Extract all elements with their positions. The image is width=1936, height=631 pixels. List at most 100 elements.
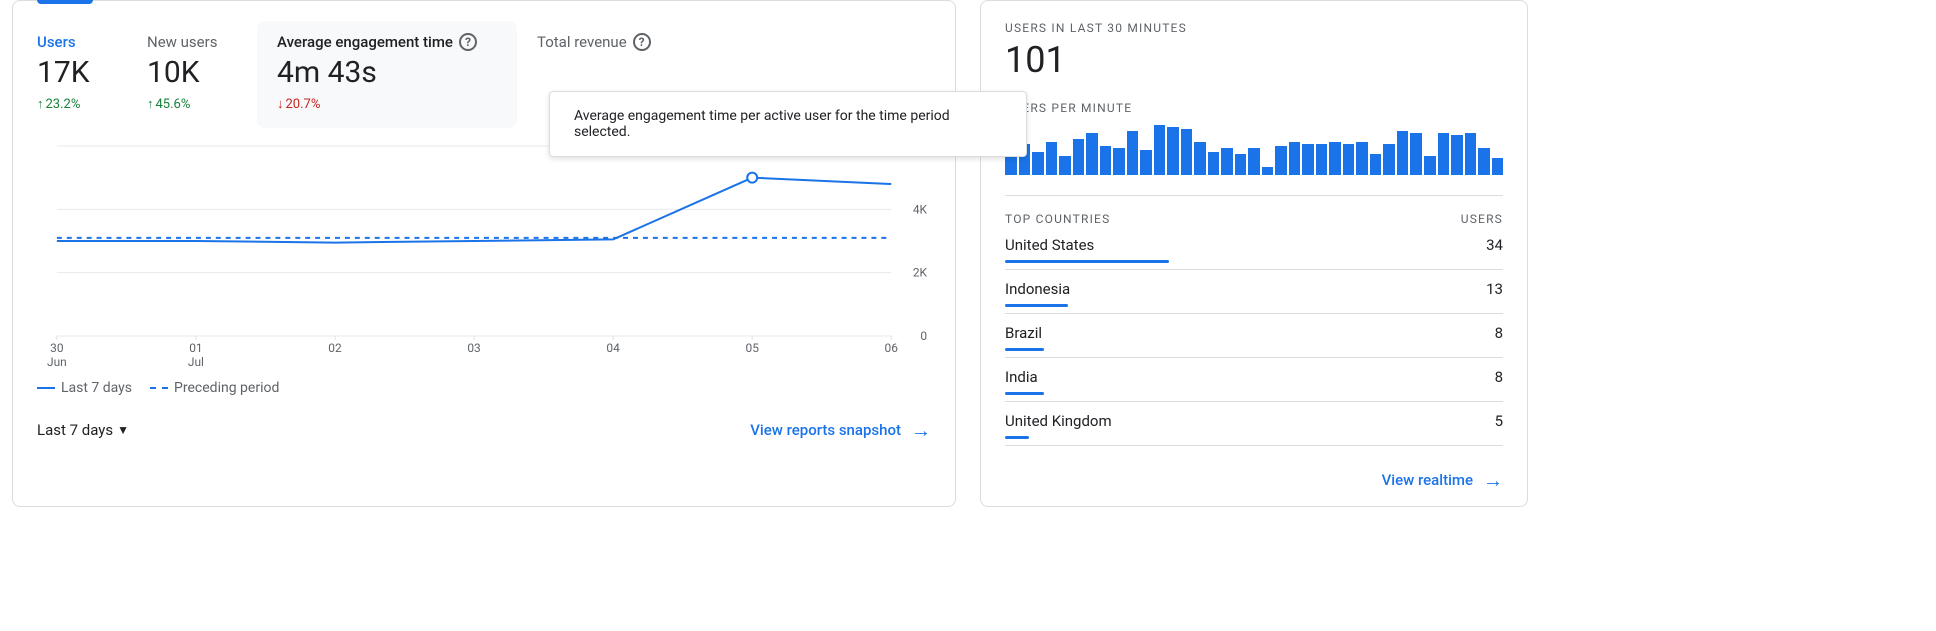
metric-new-users[interactable]: New users 10K 45.6% bbox=[147, 21, 257, 128]
spark-bar bbox=[1073, 139, 1085, 175]
country-bar bbox=[1005, 260, 1169, 263]
spark-bar bbox=[1343, 144, 1355, 175]
spark-bar bbox=[1302, 144, 1314, 175]
country-name: India bbox=[1005, 368, 1038, 386]
spark-bar bbox=[1316, 144, 1328, 175]
country-bar bbox=[1005, 392, 1044, 395]
spark-bar bbox=[1262, 167, 1274, 175]
realtime-card: USERS IN LAST 30 MINUTES 101 USERS PER M… bbox=[980, 0, 1528, 507]
metric-delta: 23.2% bbox=[37, 96, 127, 112]
country-users: 13 bbox=[1486, 280, 1503, 298]
country-users: 5 bbox=[1495, 412, 1503, 430]
country-name: United Kingdom bbox=[1005, 412, 1112, 430]
chart-legend: Last 7 days Preceding period bbox=[37, 380, 931, 396]
svg-text:04: 04 bbox=[606, 341, 620, 355]
metric-value: 4m 43s bbox=[277, 55, 493, 90]
metric-strip: Users 17K 23.2% New users 10K 45.6% Aver… bbox=[37, 21, 931, 128]
realtime-heading: USERS IN LAST 30 MINUTES bbox=[1005, 21, 1503, 35]
spark-bar bbox=[1289, 142, 1301, 175]
engagement-chart: 02K4K6K30Jun01Jul0203040506 bbox=[37, 136, 931, 376]
arrow-right-icon: → bbox=[1483, 470, 1503, 490]
users-column-heading: USERS bbox=[1461, 212, 1503, 226]
spark-bar bbox=[1113, 148, 1125, 175]
view-reports-link[interactable]: View reports snapshot → bbox=[750, 420, 931, 440]
country-bar bbox=[1005, 304, 1068, 307]
spark-bar bbox=[1438, 133, 1450, 175]
date-range-selector[interactable]: Last 7 days ▼ bbox=[37, 421, 129, 439]
country-row[interactable]: India 8 bbox=[1005, 358, 1503, 402]
metric-label: Total revenue ? bbox=[537, 33, 651, 51]
metric-label: New users bbox=[147, 33, 237, 51]
country-bar bbox=[1005, 348, 1044, 351]
metric-label: Users bbox=[37, 33, 127, 51]
active-tab-indicator bbox=[37, 0, 93, 4]
metric-delta: 45.6% bbox=[147, 96, 237, 112]
legend-previous: Preceding period bbox=[150, 380, 279, 396]
svg-text:30: 30 bbox=[50, 341, 64, 355]
spark-bar bbox=[1221, 148, 1233, 175]
spark-bar bbox=[1370, 154, 1382, 175]
svg-text:Jul: Jul bbox=[188, 355, 204, 369]
arrow-up-icon bbox=[147, 96, 154, 112]
spark-bar bbox=[1424, 156, 1436, 175]
caret-down-icon: ▼ bbox=[117, 423, 129, 437]
svg-text:05: 05 bbox=[746, 341, 760, 355]
svg-text:02: 02 bbox=[328, 341, 342, 355]
country-name: United States bbox=[1005, 236, 1094, 254]
spark-bar bbox=[1397, 131, 1409, 175]
metric-value: 10K bbox=[147, 55, 237, 90]
spark-bar bbox=[1478, 148, 1490, 175]
country-name: Brazil bbox=[1005, 324, 1042, 342]
view-realtime-link[interactable]: View realtime → bbox=[1382, 470, 1503, 490]
metric-engagement[interactable]: Average engagement time ? 4m 43s 20.7% bbox=[257, 21, 517, 128]
svg-text:06: 06 bbox=[885, 341, 899, 355]
spark-bar bbox=[1046, 142, 1058, 175]
svg-text:03: 03 bbox=[467, 341, 480, 355]
country-row[interactable]: Indonesia 13 bbox=[1005, 270, 1503, 314]
spark-bar bbox=[1208, 152, 1220, 175]
spark-bar bbox=[1194, 142, 1206, 175]
arrow-up-icon bbox=[37, 96, 44, 112]
country-row[interactable]: Brazil 8 bbox=[1005, 314, 1503, 358]
metric-delta: 20.7% bbox=[277, 96, 493, 112]
spark-bar bbox=[1356, 142, 1368, 175]
arrow-down-icon bbox=[277, 96, 284, 112]
country-users: 8 bbox=[1495, 368, 1503, 386]
country-users: 34 bbox=[1486, 236, 1503, 254]
spark-bar bbox=[1410, 133, 1422, 175]
spark-bar bbox=[1383, 144, 1395, 175]
country-name: Indonesia bbox=[1005, 280, 1070, 298]
spark-bar bbox=[1275, 146, 1287, 175]
spark-bar bbox=[1032, 152, 1044, 175]
metric-label: Average engagement time ? bbox=[277, 33, 493, 51]
per-minute-heading: USERS PER MINUTE bbox=[1005, 101, 1503, 115]
svg-text:01: 01 bbox=[189, 341, 202, 355]
spark-bar bbox=[1329, 142, 1341, 175]
country-row[interactable]: United States 34 bbox=[1005, 226, 1503, 270]
realtime-value: 101 bbox=[1005, 39, 1503, 81]
spark-bar bbox=[1465, 133, 1477, 175]
arrow-right-icon: → bbox=[911, 420, 931, 440]
svg-text:4K: 4K bbox=[913, 202, 928, 216]
spark-bar bbox=[1451, 135, 1463, 175]
help-icon[interactable]: ? bbox=[459, 33, 477, 51]
spark-bar bbox=[1181, 129, 1193, 175]
country-list: United States 34 Indonesia 13 Brazil 8 I… bbox=[1005, 226, 1503, 446]
spark-bar bbox=[1127, 131, 1139, 175]
svg-text:Jun: Jun bbox=[47, 355, 67, 369]
spark-bar bbox=[1140, 150, 1152, 175]
metric-value: 17K bbox=[37, 55, 127, 90]
spark-bar bbox=[1492, 158, 1504, 175]
country-users: 8 bbox=[1495, 324, 1503, 342]
help-icon[interactable]: ? bbox=[633, 33, 651, 51]
overview-card: Users 17K 23.2% New users 10K 45.6% Aver… bbox=[12, 0, 956, 507]
metric-users[interactable]: Users 17K 23.2% bbox=[37, 21, 147, 128]
spark-bar bbox=[1167, 127, 1179, 175]
spark-bar bbox=[1100, 146, 1112, 175]
svg-text:0: 0 bbox=[920, 329, 927, 343]
spark-bar bbox=[1154, 125, 1166, 175]
spark-bar bbox=[1086, 133, 1098, 175]
country-row[interactable]: United Kingdom 5 bbox=[1005, 402, 1503, 446]
legend-current: Last 7 days bbox=[37, 380, 132, 396]
metric-tooltip: Average engagement time per active user … bbox=[549, 91, 1027, 157]
